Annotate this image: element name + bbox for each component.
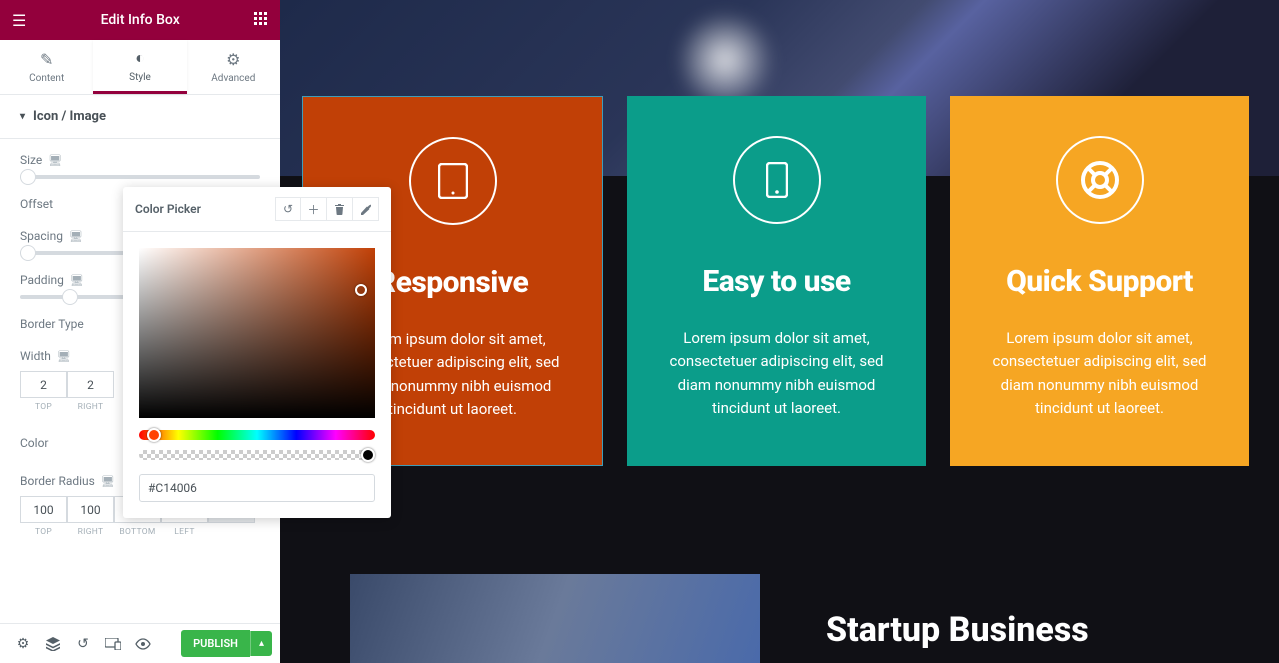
history-icon[interactable]: ↺ [68,629,98,659]
phone-icon [733,136,821,224]
size-slider[interactable] [20,175,260,179]
pencil-icon: ✎ [40,50,53,69]
info-card-easy[interactable]: Easy to use Lorem ipsum dolor sit amet, … [627,96,926,466]
navigator-icon[interactable] [38,629,68,659]
info-cards-row: Responsive Lorem ipsum dolor sit amet, c… [302,96,1249,466]
card-desc: Lorem ipsum dolor sit amet, consectetuer… [980,327,1219,420]
color-picker-popover: Color Picker ↺ ＋ [123,187,391,518]
card-title: Easy to use [702,264,850,299]
alpha-slider[interactable] [139,450,375,460]
cp-reset-icon[interactable]: ↺ [275,197,301,221]
cp-add-icon[interactable]: ＋ [301,197,327,221]
responsive-mode-icon[interactable] [98,629,128,659]
responsive-icon[interactable]: 🖥 [69,230,83,243]
radius-right-input[interactable] [67,496,114,523]
tabs: ✎ Content ◐ Style ⚙ Advanced [0,40,280,95]
size-label: Size 🖥 [20,153,260,167]
publish-button[interactable]: PUBLISH [181,630,250,657]
tab-style[interactable]: ◐ Style [93,40,186,94]
tab-content[interactable]: ✎ Content [0,40,93,94]
hex-input[interactable] [139,474,375,502]
startup-image [350,574,760,663]
card-desc: Lorem ipsum dolor sit amet, consectetuer… [657,327,896,420]
cp-eyedropper-icon[interactable] [353,197,379,221]
preview-icon[interactable] [128,629,158,659]
hue-slider[interactable] [139,430,375,440]
responsive-icon[interactable]: 🖥 [57,350,71,363]
width-right-input[interactable] [67,371,114,398]
responsive-icon[interactable]: 🖥 [48,154,62,167]
settings-icon[interactable]: ⚙ [8,629,38,659]
tab-advanced[interactable]: ⚙ Advanced [187,40,280,94]
apps-grid-icon[interactable] [254,11,268,30]
startup-title: Startup Business [760,574,1249,663]
card-title: Responsive [377,265,529,300]
startup-section: Startup Business [350,574,1249,663]
page-preview: Responsive Lorem ipsum dolor sit amet, c… [280,0,1279,663]
width-top-input[interactable] [20,371,67,398]
lifebuoy-icon [1056,136,1144,224]
color-label: Color [20,436,48,450]
publish-options-button[interactable]: ▴ [250,631,272,656]
sidebar-header: ☰ Edit Info Box [0,0,280,40]
gear-icon: ⚙ [226,50,240,69]
saturation-value-area[interactable] [139,248,375,418]
responsive-icon[interactable]: 🖥 [101,475,115,488]
tablet-icon [409,137,497,225]
panel-title: Edit Info Box [101,12,180,28]
section-icon-image[interactable]: ▾ Icon / Image [0,95,280,139]
caret-down-icon: ▾ [20,111,25,122]
sidebar-footer: ⚙ ↺ PUBLISH ▴ [0,623,280,663]
responsive-icon[interactable]: 🖥 [70,274,84,287]
info-card-support[interactable]: Quick Support Lorem ipsum dolor sit amet… [950,96,1249,466]
card-title: Quick Support [1006,264,1193,299]
color-picker-title: Color Picker [135,202,275,216]
cp-trash-icon[interactable] [327,197,353,221]
hamburger-icon[interactable]: ☰ [12,11,26,30]
style-icon: ◐ [135,48,145,68]
radius-top-input[interactable] [20,496,67,523]
